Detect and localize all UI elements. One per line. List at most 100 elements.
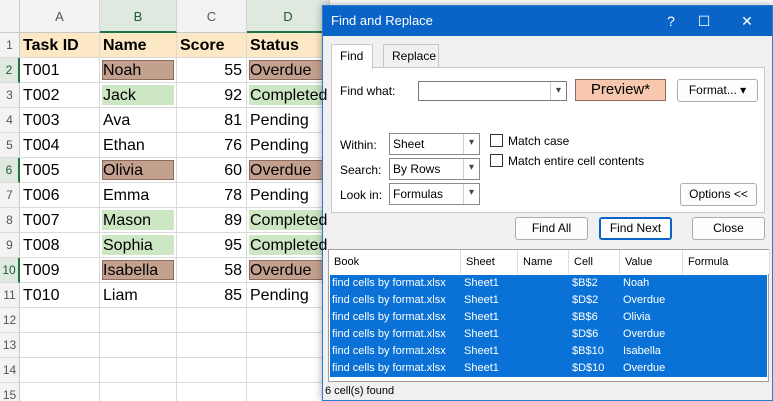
row-header-8[interactable]: 8	[0, 208, 20, 233]
chevron-down-icon[interactable]: ▾	[550, 82, 566, 100]
row-header-5[interactable]: 5	[0, 133, 20, 158]
select-all-corner[interactable]	[0, 0, 20, 33]
header-name[interactable]: Name	[100, 33, 177, 58]
result-row[interactable]: find cells by format.xlsx Sheet1 $D$6 Overd…	[330, 326, 767, 343]
cell-name[interactable]: Ethan	[100, 133, 177, 158]
cell-task-id[interactable]: T001	[20, 58, 100, 83]
cell-name[interactable]: Jack	[100, 83, 177, 108]
cell-status[interactable]: Pending	[247, 108, 330, 133]
empty-cell[interactable]	[177, 308, 247, 333]
cell-status[interactable]: Pending	[247, 133, 330, 158]
cell-score[interactable]: 78	[177, 183, 247, 208]
cell-status[interactable]: Pending	[247, 183, 330, 208]
result-row[interactable]: find cells by format.xlsx Sheet1 $B$10 Isab…	[330, 343, 767, 360]
cell-score[interactable]: 92	[177, 83, 247, 108]
row-header-1[interactable]: 1	[0, 33, 20, 58]
close-button[interactable]: Close	[692, 217, 765, 240]
cell-status[interactable]: Overdue	[247, 58, 330, 83]
row-header-3[interactable]: 3	[0, 83, 20, 108]
cell-name[interactable]: Liam	[100, 283, 177, 308]
results-col-book[interactable]: Book	[329, 250, 461, 274]
empty-cell[interactable]	[247, 333, 330, 358]
cell-task-id[interactable]: T010	[20, 283, 100, 308]
cell-task-id[interactable]: T007	[20, 208, 100, 233]
close-icon[interactable]: ✕	[729, 6, 765, 36]
column-header-a[interactable]: A	[20, 0, 100, 33]
row-header-7[interactable]: 7	[0, 183, 20, 208]
options-button[interactable]: Options <<	[680, 183, 757, 206]
look-in-select[interactable]: Formulas ▾	[389, 183, 480, 205]
empty-cell[interactable]	[100, 308, 177, 333]
cell-task-id[interactable]: T004	[20, 133, 100, 158]
column-header-c[interactable]: C	[177, 0, 247, 33]
cell-name[interactable]: Mason	[100, 208, 177, 233]
row-header-11[interactable]: 11	[0, 283, 20, 308]
within-select[interactable]: Sheet ▾	[389, 133, 480, 155]
cell-score[interactable]: 55	[177, 58, 247, 83]
empty-cell[interactable]	[177, 383, 247, 401]
header-score[interactable]: Score	[177, 33, 247, 58]
help-icon[interactable]: ?	[653, 6, 689, 36]
results-col-cell[interactable]: Cell	[569, 250, 620, 274]
cell-name[interactable]: Isabella	[100, 258, 177, 283]
cell-name[interactable]: Sophia	[100, 233, 177, 258]
empty-cell[interactable]	[100, 333, 177, 358]
tab-find[interactable]: Find	[331, 44, 373, 69]
results-col-name[interactable]: Name	[518, 250, 569, 274]
cell-status[interactable]: Completed	[247, 83, 330, 108]
maximize-icon[interactable]: ☐	[686, 6, 722, 36]
results-col-value[interactable]: Value	[620, 250, 683, 274]
cell-score[interactable]: 85	[177, 283, 247, 308]
find-what-input[interactable]: ▾	[418, 81, 567, 101]
cell-status[interactable]: Completed	[247, 208, 330, 233]
row-header-15[interactable]: 15	[0, 383, 20, 401]
row-header-10[interactable]: 10	[0, 258, 20, 283]
result-row[interactable]: find cells by format.xlsx Sheet1 $B$2 Noah	[330, 275, 767, 292]
cell-score[interactable]: 95	[177, 233, 247, 258]
row-header-12[interactable]: 12	[0, 308, 20, 333]
result-row[interactable]: find cells by format.xlsx Sheet1 $D$2 Overd…	[330, 292, 767, 309]
row-header-14[interactable]: 14	[0, 358, 20, 383]
empty-cell[interactable]	[247, 358, 330, 383]
row-header-4[interactable]: 4	[0, 108, 20, 133]
cell-name[interactable]: Noah	[100, 58, 177, 83]
results-col-sheet[interactable]: Sheet	[461, 250, 518, 274]
row-header-2[interactable]: 2	[0, 58, 20, 83]
match-case-checkbox[interactable]	[490, 134, 503, 147]
empty-cell[interactable]	[177, 358, 247, 383]
result-row[interactable]: find cells by format.xlsx Sheet1 $B$6 Olivi…	[330, 309, 767, 326]
cell-name[interactable]: Ava	[100, 108, 177, 133]
match-entire-checkbox[interactable]	[490, 154, 503, 167]
empty-cell[interactable]	[20, 333, 100, 358]
empty-cell[interactable]	[177, 333, 247, 358]
cell-status[interactable]: Overdue	[247, 158, 330, 183]
empty-cell[interactable]	[247, 308, 330, 333]
cell-status[interactable]: Overdue	[247, 258, 330, 283]
results-col-formula[interactable]: Formula	[683, 250, 770, 274]
cell-status[interactable]: Completed	[247, 233, 330, 258]
cell-task-id[interactable]: T008	[20, 233, 100, 258]
empty-cell[interactable]	[20, 308, 100, 333]
row-header-9[interactable]: 9	[0, 233, 20, 258]
search-order-select[interactable]: By Rows ▾	[389, 158, 480, 180]
row-header-13[interactable]: 13	[0, 333, 20, 358]
cell-score[interactable]: 60	[177, 158, 247, 183]
header-task-id[interactable]: Task ID	[20, 33, 100, 58]
cell-score[interactable]: 89	[177, 208, 247, 233]
cell-name[interactable]: Olivia	[100, 158, 177, 183]
column-header-b[interactable]: B	[100, 0, 177, 33]
header-status[interactable]: Status	[247, 33, 330, 58]
format-button[interactable]: Format... ▾	[677, 79, 758, 102]
cell-task-id[interactable]: T005	[20, 158, 100, 183]
empty-cell[interactable]	[247, 383, 330, 401]
cell-score[interactable]: 58	[177, 258, 247, 283]
find-next-button[interactable]: Find Next	[599, 217, 672, 240]
empty-cell[interactable]	[20, 358, 100, 383]
cell-name[interactable]: Emma	[100, 183, 177, 208]
empty-cell[interactable]	[20, 383, 100, 401]
empty-cell[interactable]	[100, 383, 177, 401]
cell-score[interactable]: 76	[177, 133, 247, 158]
cell-score[interactable]: 81	[177, 108, 247, 133]
row-header-6[interactable]: 6	[0, 158, 20, 183]
tab-replace[interactable]: Replace	[383, 44, 439, 68]
